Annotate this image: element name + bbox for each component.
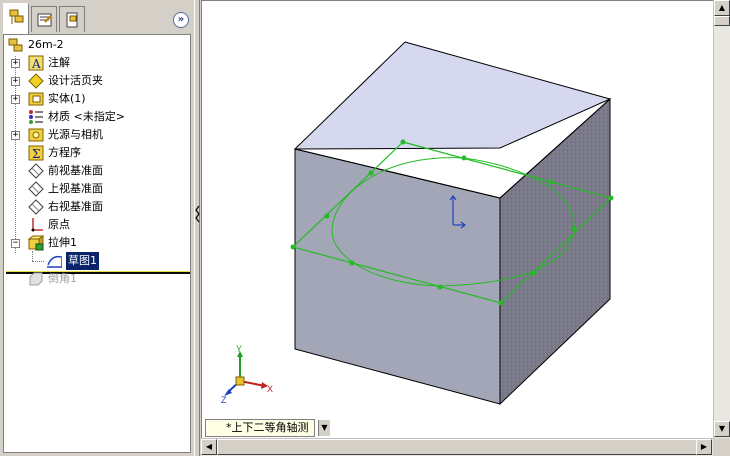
tree-item-right-plane[interactable]: 右视基准面 bbox=[4, 198, 190, 216]
plane-icon bbox=[28, 163, 44, 179]
scroll-right-icon[interactable]: ▶ bbox=[696, 439, 712, 455]
tree-item-label-selected: 草图1 bbox=[66, 252, 99, 270]
expand-button[interactable]: + bbox=[11, 131, 20, 140]
tree-item-origin[interactable]: 原点 bbox=[4, 216, 190, 234]
tree-item-label: 右视基准面 bbox=[48, 200, 103, 213]
expand-button[interactable]: + bbox=[11, 59, 20, 68]
tree-item-material[interactable]: 材质 <未指定> bbox=[4, 108, 190, 126]
tree-item-front-plane[interactable]: 前视基准面 bbox=[4, 162, 190, 180]
tree-item-label: 上视基准面 bbox=[48, 182, 103, 195]
splitter-grip-icon bbox=[195, 205, 200, 223]
tree-item-solid-bodies[interactable]: + 实体(1) bbox=[4, 90, 190, 108]
plane-icon bbox=[28, 181, 44, 197]
model-view: Y X Z bbox=[221, 41, 614, 406]
tree-item-chamfer1[interactable]: 倒角1 bbox=[4, 270, 190, 288]
tree-item-equations[interactable]: Σ 方程序 bbox=[4, 144, 190, 162]
tree-item-label: 拉伸1 bbox=[48, 236, 77, 249]
triad-y-label: Y bbox=[236, 344, 242, 354]
configuration-manager-icon bbox=[66, 12, 78, 28]
horizontal-scrollbar[interactable]: ◀ ▶ bbox=[201, 438, 713, 456]
vertical-scrollbar[interactable]: ▲ ▼ bbox=[713, 0, 730, 438]
origin-icon bbox=[31, 218, 43, 232]
tree-root[interactable]: 26m-2 bbox=[4, 36, 190, 54]
collapse-button[interactable]: − bbox=[11, 239, 20, 248]
material-icon bbox=[29, 110, 43, 124]
tab-configuration-manager[interactable] bbox=[59, 6, 85, 32]
scrollbar-corner bbox=[713, 438, 730, 456]
property-manager-icon bbox=[37, 13, 52, 27]
scroll-left-icon[interactable]: ◀ bbox=[201, 439, 217, 455]
lights-cameras-icon bbox=[28, 128, 44, 142]
tab-property-manager[interactable] bbox=[31, 6, 57, 32]
reference-triad: Y X Z bbox=[221, 344, 273, 405]
feature-manager-panel: » 26m-2 + A 注解 + 设计活页夹 + 实体(1) 材质 <未指定> … bbox=[0, 0, 194, 456]
graphics-area[interactable]: Y X Z *上下二等角轴测 ▼ bbox=[201, 0, 713, 438]
part-icon bbox=[8, 38, 23, 52]
tree-item-label: 方程序 bbox=[48, 146, 81, 159]
scroll-down-icon[interactable]: ▼ bbox=[714, 421, 730, 437]
svg-text:A: A bbox=[31, 57, 41, 71]
expand-button[interactable]: + bbox=[11, 95, 20, 104]
triad-x-label: X bbox=[267, 384, 273, 394]
solid-bodies-icon bbox=[28, 92, 44, 106]
vertical-scroll-thumb[interactable] bbox=[714, 16, 730, 26]
tree-root-label: 26m-2 bbox=[28, 38, 64, 51]
chevron-down-icon[interactable]: ▼ bbox=[318, 420, 330, 436]
tree-item-annotations[interactable]: + A 注解 bbox=[4, 54, 190, 72]
feature-tree: 26m-2 + A 注解 + 设计活页夹 + 实体(1) 材质 <未指定> + … bbox=[3, 34, 191, 453]
tree-item-label: 前视基准面 bbox=[48, 164, 103, 177]
collapse-panel-button[interactable]: » bbox=[173, 12, 189, 28]
feature-tree-icon bbox=[9, 9, 24, 24]
tree-item-label: 倒角1 bbox=[48, 272, 77, 285]
tree-item-lights-cameras[interactable]: + 光源与相机 bbox=[4, 126, 190, 144]
plane-icon bbox=[28, 199, 44, 215]
tree-item-design-binder[interactable]: + 设计活页夹 bbox=[4, 72, 190, 90]
equations-icon: Σ bbox=[28, 145, 44, 161]
tree-item-label: 材质 <未指定> bbox=[48, 110, 125, 123]
expand-button[interactable]: + bbox=[11, 77, 20, 86]
tree-item-top-plane[interactable]: 上视基准面 bbox=[4, 180, 190, 198]
tree-item-label: 实体(1) bbox=[48, 92, 86, 105]
panel-splitter[interactable] bbox=[194, 0, 200, 456]
view-orientation-dropdown[interactable]: *上下二等角轴测 ▼ bbox=[205, 419, 330, 437]
tree-item-sketch1[interactable]: 草图1 bbox=[4, 252, 190, 270]
chamfer-icon bbox=[29, 272, 43, 286]
horizontal-scroll-thumb[interactable] bbox=[217, 439, 697, 455]
annotations-icon: A bbox=[28, 55, 44, 71]
tree-item-label: 设计活页夹 bbox=[48, 74, 103, 87]
cube-top-face[interactable] bbox=[293, 41, 612, 150]
extrude-icon bbox=[28, 235, 44, 251]
scroll-up-icon[interactable]: ▲ bbox=[714, 0, 730, 16]
view-orientation-label: *上下二等角轴测 bbox=[226, 421, 309, 434]
tree-item-label: 光源与相机 bbox=[48, 128, 103, 141]
sketch-icon bbox=[47, 255, 62, 268]
tab-feature-manager[interactable] bbox=[3, 3, 29, 34]
tree-item-label: 注解 bbox=[48, 56, 70, 69]
design-binder-icon bbox=[28, 73, 44, 89]
cube-front-face[interactable] bbox=[294, 148, 501, 405]
tree-item-label: 原点 bbox=[48, 218, 70, 231]
triad-z-label: Z bbox=[221, 395, 227, 405]
tree-item-extrude1[interactable]: − 拉伸1 bbox=[4, 234, 190, 252]
svg-text:Σ: Σ bbox=[32, 147, 40, 161]
panel-tab-bar: » bbox=[0, 0, 194, 34]
